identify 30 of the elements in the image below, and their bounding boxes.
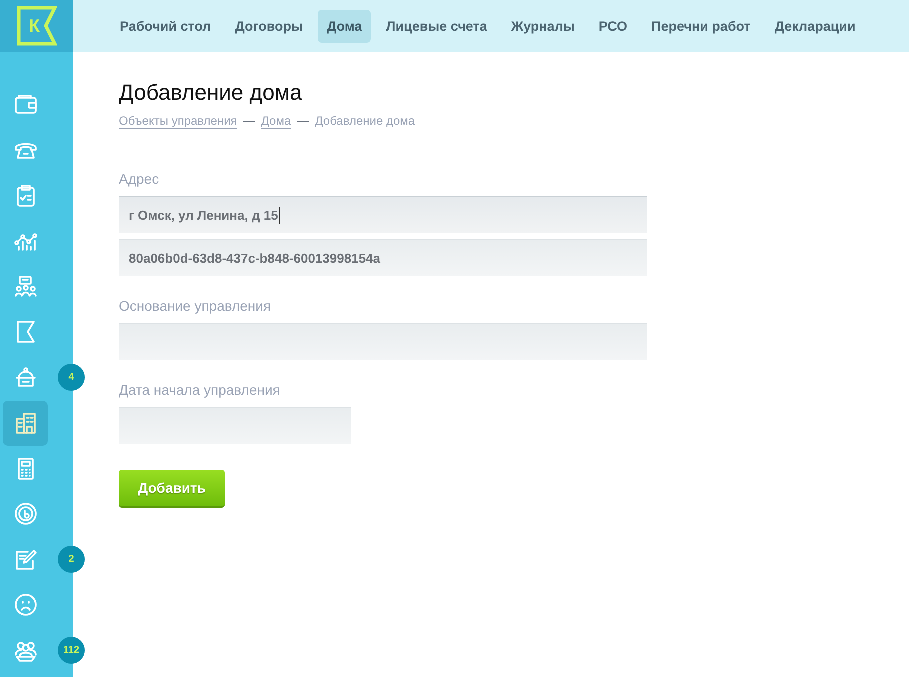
nav-tab[interactable]: Дома	[318, 10, 372, 42]
breadcrumb-separator: —	[297, 114, 310, 129]
nav-tab[interactable]: Лицевые счета	[377, 10, 496, 42]
breadcrumb-current: Добавление дома	[315, 114, 416, 129]
sidebar-item[interactable]	[3, 400, 48, 446]
breadcrumb-separator: —	[243, 114, 256, 129]
people-icon	[14, 274, 38, 299]
field-label: Дата начала управления	[119, 382, 282, 398]
logo-frame-icon	[16, 6, 56, 46]
building-icon	[14, 411, 38, 436]
input-field[interactable]: 80a06b0d-63d8-437c-b848-60013998154a	[119, 239, 647, 276]
count-badge: 112	[58, 637, 85, 664]
nav-tab[interactable]: Журналы	[502, 10, 584, 42]
logo-letter: К	[29, 16, 40, 36]
page-title: Добавление дома	[119, 80, 304, 106]
nav-tab[interactable]: Рабочий стол	[111, 10, 220, 42]
input-field[interactable]	[119, 323, 647, 360]
count-badge: 2	[58, 546, 85, 573]
count-badge: 4	[58, 364, 85, 391]
wallet-icon	[14, 92, 38, 117]
input-field[interactable]: г Омск, ул Ленина, д 15	[119, 196, 647, 233]
field-label: Основание управления	[119, 298, 272, 314]
nav-tab[interactable]: Декларации	[766, 10, 865, 42]
edit-icon	[14, 548, 38, 572]
input-field[interactable]	[119, 407, 351, 444]
sad-icon	[14, 593, 38, 618]
nav-tab[interactable]: Договоры	[226, 10, 312, 42]
field-label: Адрес	[119, 171, 160, 187]
nav-tab[interactable]: РСО	[590, 10, 637, 42]
nav-tab[interactable]: Перечни работ	[642, 10, 760, 42]
